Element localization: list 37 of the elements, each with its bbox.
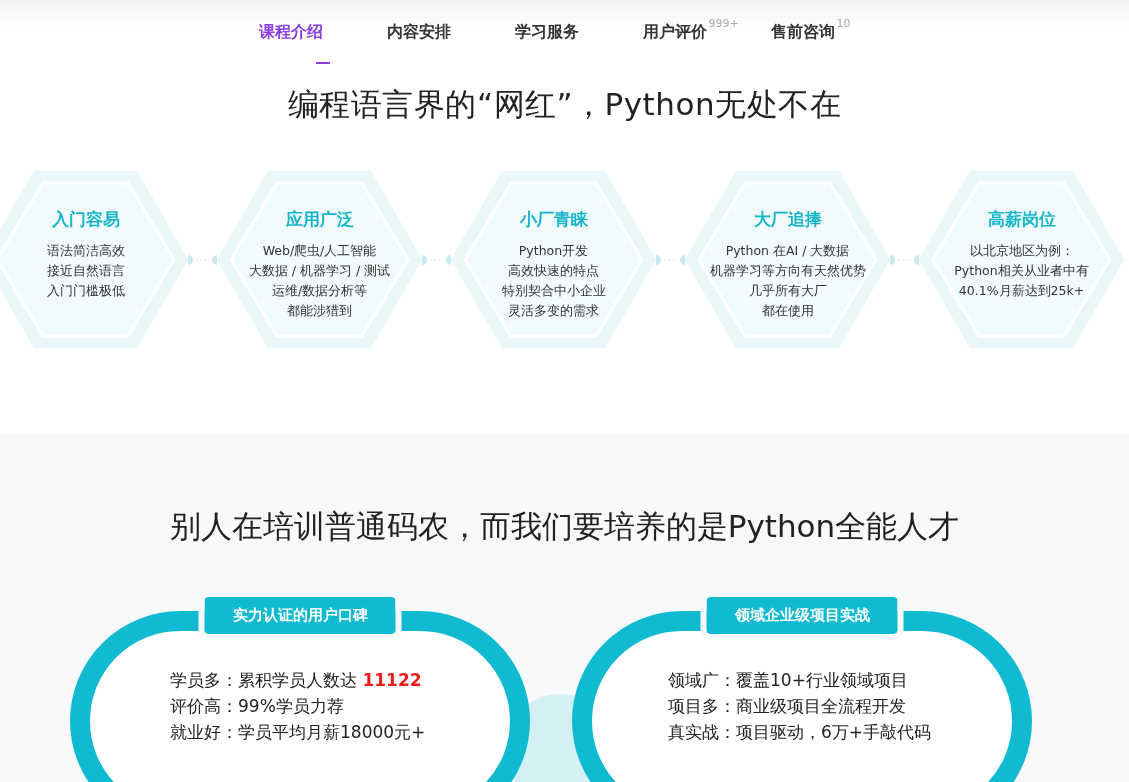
feature-title: 大厂追捧 <box>752 208 823 232</box>
feature-title: 高薪岗位 <box>986 208 1057 232</box>
card-text: 领域广：覆盖10+行业领域项目 <box>668 669 909 693</box>
section-title: 编程语言界的“网红”，Python无处不在 <box>286 86 843 124</box>
feature-text: Python相关从业者中有 <box>953 261 1090 280</box>
nav-tab[interactable]: 售前咨询$^{10}$ <box>770 0 851 48</box>
feature-text: 都能涉猎到 <box>286 301 353 320</box>
feature-text: 机器学习等方向有天然优势 <box>708 261 867 280</box>
feature-text: Python开发 <box>517 241 590 260</box>
feature-title: 应用广泛 <box>284 208 355 232</box>
nav-tab[interactable]: 用户评价$^{999+}$ <box>642 0 739 48</box>
feature-text: 几乎所有大厂 <box>747 281 828 300</box>
nav-tab[interactable]: 学习服务 <box>514 0 579 48</box>
feature-text: 大数据 / 机器学习 / 测试 <box>247 261 392 280</box>
nav-tab[interactable]: 内容安排 <box>386 0 451 48</box>
active-tab-indicator <box>315 62 330 64</box>
card-text: 项目多：商业级项目全流程开发 <box>668 695 907 719</box>
feature-text: 接近自然语言 <box>45 261 126 280</box>
feature-text: 以北京地区为例： <box>968 241 1075 260</box>
feature-text: 40.1%月薪达到25k+ <box>957 281 1086 300</box>
card-text: 就业好：学员平均月薪18000元+ <box>170 721 427 745</box>
card-text: 学员多：累积学员人数达 11122 <box>170 669 423 693</box>
feature-text: Web/爬虫/人工智能 <box>261 241 378 260</box>
feature-text: 入门门槛极低 <box>45 281 126 300</box>
feature-text: Python 在AI / 大数据 <box>724 241 851 260</box>
feature-text: 语法简洁高效 <box>45 241 126 260</box>
feature-title: 小厂青睐 <box>518 208 589 232</box>
feature-text: 灵活多变的需求 <box>507 301 600 320</box>
feature-text: 特别契合中小企业 <box>500 281 607 300</box>
feature-text: 都在使用 <box>760 301 815 320</box>
nav-tab[interactable]: 课程介绍 <box>258 0 323 48</box>
card-text: 评价高：99%学员力荐 <box>170 695 345 719</box>
feature-title: 入门容易 <box>50 208 121 232</box>
feature-text: 高效快速的特点 <box>507 261 600 280</box>
feature-text: 运维/数据分析等 <box>270 281 369 300</box>
card-text: 真实战：项目驱动，6万+手敲代码 <box>668 721 933 745</box>
section-title: 别人在培训普通码农，而我们要培养的是Python全能人才 <box>168 507 961 546</box>
